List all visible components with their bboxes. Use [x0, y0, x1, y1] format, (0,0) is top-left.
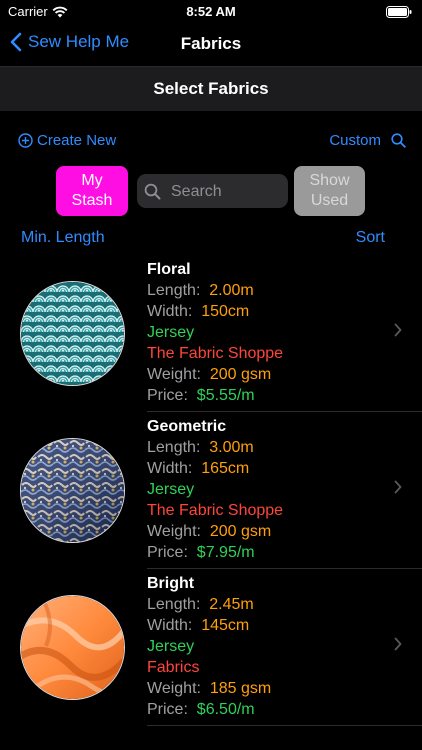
- length-label: Length:: [147, 282, 201, 299]
- row-separator: [147, 725, 422, 726]
- fabric-row[interactable]: Bright Length: 2.45m Width: 145cm Jersey…: [0, 569, 422, 726]
- min-length-button[interactable]: Min. Length: [21, 229, 105, 247]
- width-value: 145cm: [201, 617, 250, 634]
- price-label: Price:: [147, 544, 188, 561]
- magnifier-icon: [144, 183, 161, 200]
- weight-value: 185 gsm: [209, 680, 272, 697]
- create-new-button[interactable]: Create New: [18, 132, 116, 149]
- chevron-right-icon: [394, 323, 402, 337]
- length-value: 2.00m: [209, 282, 254, 299]
- status-bar: Carrier 8:52 AM: [0, 0, 422, 24]
- fabric-name: Geometric: [147, 418, 227, 435]
- create-new-label: Create New: [37, 132, 117, 149]
- show-used-line2: Used: [310, 192, 349, 209]
- fabric-type: Jersey: [147, 481, 195, 498]
- show-used-line1: Show: [309, 172, 350, 189]
- plus-circle-icon: [18, 133, 33, 148]
- chevron-right-icon: [394, 480, 402, 494]
- width-value: 150cm: [201, 303, 250, 320]
- search-input[interactable]: [169, 174, 288, 210]
- fabric-row[interactable]: Geometric Length: 3.00m Width: 165cm Jer…: [0, 412, 422, 569]
- price-value: $7.95/m: [196, 544, 255, 561]
- my-stash-line1: My: [81, 172, 103, 189]
- width-value: 165cm: [201, 460, 250, 477]
- section-header: Select Fabrics: [0, 66, 422, 111]
- length-label: Length:: [147, 596, 201, 613]
- my-stash-line2: Stash: [71, 192, 113, 209]
- weight-value: 200 gsm: [209, 366, 272, 383]
- fabric-row[interactable]: Floral Length: 2.00m Width: 150cm Jersey…: [0, 255, 422, 412]
- price-value: $5.55/m: [196, 387, 255, 404]
- my-stash-button[interactable]: My Stash: [56, 166, 128, 216]
- search-field[interactable]: [137, 174, 288, 210]
- battery-icon: [386, 5, 412, 23]
- weight-label: Weight:: [147, 523, 201, 540]
- fabric-store: The Fabric Shoppe: [147, 502, 284, 519]
- price-label: Price:: [147, 387, 188, 404]
- navy-geometric-pattern-icon: [20, 438, 125, 543]
- price-label: Price:: [147, 701, 188, 718]
- sort-button[interactable]: Sort: [356, 229, 385, 247]
- weight-label: Weight:: [147, 680, 201, 697]
- search-icon[interactable]: [391, 133, 406, 148]
- price-value: $6.50/m: [196, 701, 255, 718]
- chevron-right-icon: [394, 637, 402, 651]
- fabric-type: Jersey: [147, 638, 195, 655]
- fabric-store: Fabrics: [147, 659, 200, 676]
- length-value: 3.00m: [209, 439, 254, 456]
- width-label: Width:: [147, 617, 193, 634]
- fabric-name: Bright: [147, 575, 195, 592]
- fabric-store: The Fabric Shoppe: [147, 345, 284, 362]
- clock: 8:52 AM: [186, 4, 236, 19]
- orange-draped-fabric-icon: [20, 595, 125, 700]
- length-label: Length:: [147, 439, 201, 456]
- custom-button[interactable]: Custom: [329, 132, 381, 149]
- custom-search-group: Custom: [329, 132, 406, 149]
- width-label: Width:: [147, 303, 193, 320]
- fabric-type: Jersey: [147, 324, 195, 341]
- teal-scale-pattern-icon: [20, 281, 125, 386]
- nav-title: Fabrics: [180, 34, 242, 53]
- weight-label: Weight:: [147, 366, 201, 383]
- fabric-name: Floral: [147, 261, 191, 278]
- fabric-list: Floral Length: 2.00m Width: 150cm Jersey…: [0, 255, 422, 726]
- page-title: Select Fabrics: [153, 79, 269, 98]
- navigation-bar: Sew Help Me Fabrics: [0, 24, 422, 66]
- width-label: Width:: [147, 460, 193, 477]
- weight-value: 200 gsm: [209, 523, 272, 540]
- length-value: 2.45m: [209, 596, 254, 613]
- show-used-button[interactable]: Show Used: [294, 166, 365, 216]
